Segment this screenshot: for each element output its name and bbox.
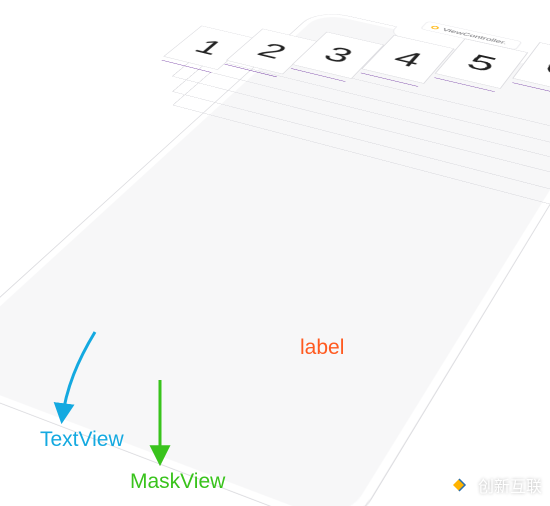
- digit-value: 4: [387, 46, 429, 72]
- digit-value: 3: [317, 42, 360, 68]
- annotation-label: label: [300, 336, 344, 360]
- swift-file-icon: [430, 25, 440, 29]
- diagram-stage: ViewController. 123456 1 2 3 4 5 6: [0, 0, 550, 506]
- digit-value: 1: [188, 35, 231, 59]
- digit-value: 6: [539, 54, 550, 82]
- annotation-maskview: MaskView: [130, 470, 225, 494]
- watermark-text: 创新互联: [478, 473, 542, 497]
- digit-value: 2: [251, 39, 294, 64]
- watermark-logo-icon: [446, 472, 472, 498]
- annotation-textview: TextView: [40, 428, 124, 452]
- watermark: 创新互联: [446, 472, 542, 498]
